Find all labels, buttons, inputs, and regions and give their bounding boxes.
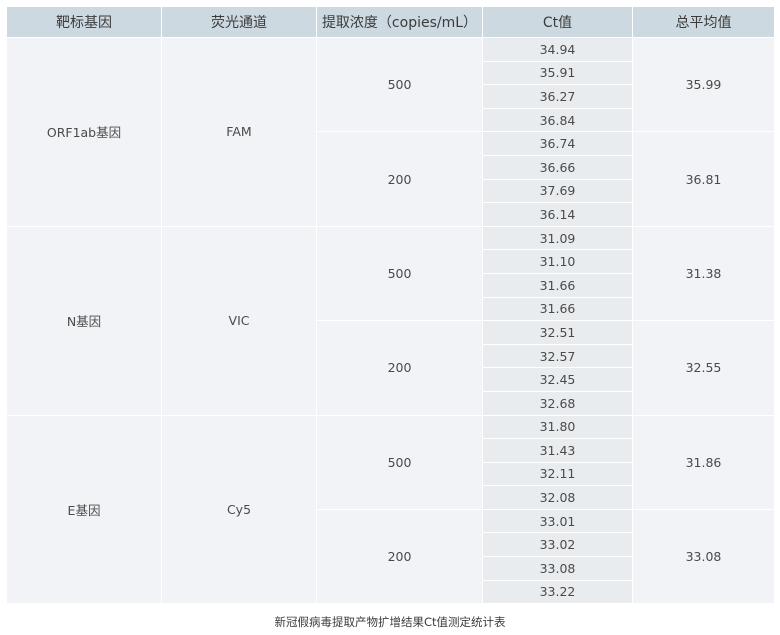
ct-value-cell: 32.11	[482, 461, 633, 487]
target-gene-cell: E基因	[6, 414, 162, 605]
ct-results-table: 靶标基因 荧光通道 提取浓度（copies/mL） Ct值 总平均值 ORF1a…	[6, 6, 775, 605]
header-extraction-concentration: 提取浓度（copies/mL）	[316, 6, 483, 38]
ct-value-cell: 32.57	[482, 343, 633, 369]
ct-value-cell: 34.94	[482, 37, 633, 62]
concentration-cell: 200	[316, 320, 483, 416]
ct-value-cell: 36.66	[482, 154, 633, 180]
average-cell: 36.81	[632, 131, 775, 227]
table-row: E基因 Cy5 500 31.80 31.86	[6, 414, 775, 605]
ct-value-cell: 31.43	[482, 438, 633, 463]
ct-value-cell: 31.10	[482, 249, 633, 274]
channel-cell: VIC	[161, 225, 317, 416]
target-gene-cell: N基因	[6, 225, 162, 416]
table-row: N基因 VIC 500 31.09 31.38	[6, 225, 775, 416]
ct-value-cell: 31.66	[482, 272, 633, 298]
average-cell: 32.55	[632, 320, 775, 416]
ct-value-cell: 36.27	[482, 84, 633, 109]
table-body: ORF1ab基因 FAM 500 34.94 35.99 35.91 36.27 36.84 2…	[6, 36, 775, 605]
average-cell: 31.38	[632, 225, 775, 322]
ct-value-cell: 32.08	[482, 485, 633, 510]
ct-value-cell: 32.68	[482, 390, 633, 416]
average-cell: 35.99	[632, 36, 775, 133]
ct-value-cell: 36.84	[482, 107, 633, 133]
ct-value-cell: 36.74	[482, 131, 633, 156]
channel-cell: FAM	[161, 37, 317, 227]
ct-value-cell: 35.91	[482, 60, 633, 86]
channel-cell: Cy5	[161, 414, 317, 605]
ct-value-cell: 37.69	[482, 178, 633, 204]
ct-value-cell: 36.14	[482, 202, 633, 227]
concentration-cell: 500	[316, 225, 483, 322]
table-caption: 新冠假病毒提取产物扩增结果Ct值测定统计表	[274, 615, 506, 629]
header-target-gene: 靶标基因	[6, 6, 162, 38]
table-header-row: 靶标基因 荧光通道 提取浓度（copies/mL） Ct值 总平均值	[6, 6, 775, 38]
ct-value-cell: 32.45	[482, 367, 633, 392]
ct-value-cell: 31.66	[482, 296, 633, 322]
header-fluorescence-channel: 荧光通道	[161, 6, 317, 38]
ct-value-cell: 33.02	[482, 532, 633, 558]
concentration-cell: 500	[316, 414, 483, 510]
ct-value-cell: 31.09	[482, 225, 633, 251]
ct-value-cell: 32.51	[482, 320, 633, 345]
concentration-cell: 200	[316, 508, 483, 605]
ct-value-cell: 33.08	[482, 556, 633, 581]
ct-value-cell: 31.80	[482, 414, 633, 440]
average-cell: 33.08	[632, 508, 775, 605]
concentration-cell: 200	[316, 131, 483, 227]
ct-value-cell: 33.22	[482, 579, 633, 605]
average-cell: 31.86	[632, 414, 775, 510]
ct-value-cell: 33.01	[482, 508, 633, 534]
target-gene-cell: ORF1ab基因	[6, 37, 162, 227]
header-ct-value: Ct值	[482, 6, 633, 38]
table-row: ORF1ab基因 FAM 500 34.94 35.99	[6, 36, 775, 227]
header-total-average: 总平均值	[632, 6, 775, 38]
concentration-cell: 500	[316, 36, 483, 133]
